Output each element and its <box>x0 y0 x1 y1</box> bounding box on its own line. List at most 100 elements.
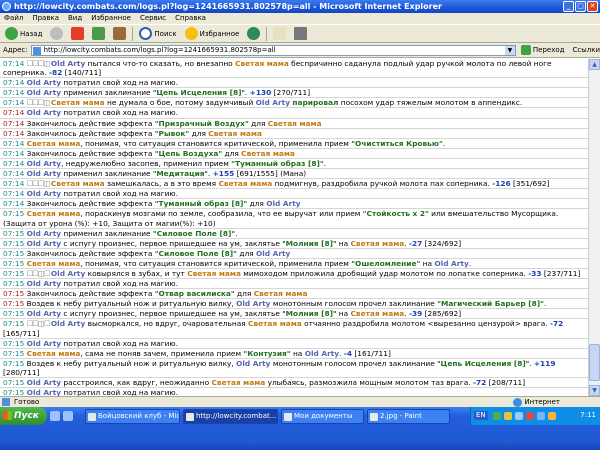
effect-name: "Ошеломление" <box>351 258 421 268</box>
home-icon <box>113 27 127 40</box>
player-name-svetaya-mama[interactable]: Светая мама <box>187 269 241 278</box>
scroll-up-arrow[interactable]: ▲ <box>589 59 600 70</box>
print-button[interactable] <box>292 26 309 41</box>
links-button[interactable]: Ссылки <box>572 46 600 54</box>
menu-tools[interactable]: Сервис <box>140 13 166 24</box>
player-name-svetaya-mama[interactable]: Светая мама <box>254 289 308 298</box>
tray-app-icon[interactable] <box>526 412 534 420</box>
player-name-old-arty[interactable]: Old Arty <box>305 349 339 358</box>
taskbar-item-fightclub[interactable]: Бойцовский клуб - Micr... <box>85 409 180 424</box>
home-button[interactable] <box>111 26 128 41</box>
player-name-old-arty[interactable]: Old Arty <box>256 98 290 107</box>
player-name-old-arty[interactable]: Old Arty <box>51 319 85 328</box>
player-name-old-arty[interactable]: Old Arty <box>27 88 61 97</box>
history-button[interactable] <box>245 26 262 41</box>
player-name-svetaya-mama[interactable]: Светая мама <box>211 378 265 387</box>
log-line: 07:14 Закончилось действие эффекта "Тума… <box>0 199 588 210</box>
favorites-button[interactable]: Избранное <box>183 26 242 41</box>
back-button[interactable]: Назад <box>3 26 44 41</box>
log-text: , понимая, что ситуация становится крити… <box>80 258 352 268</box>
player-name-svetaya-mama[interactable]: Светая мама <box>27 259 81 268</box>
player-name-old-arty[interactable]: Old Arty <box>27 309 61 318</box>
player-name-old-arty[interactable]: Old Arty <box>51 59 85 68</box>
player-name-old-arty[interactable]: Old Arty <box>27 229 61 238</box>
log-text: потратил свой ход на магию. <box>61 279 178 289</box>
forward-button[interactable] <box>48 26 65 41</box>
menu-view[interactable]: Вид <box>68 13 82 24</box>
player-name-svetaya-mama[interactable]: Светая мама <box>51 98 105 107</box>
log-time: 07:15 <box>3 248 27 258</box>
player-name-old-arty[interactable]: Old Arty <box>27 378 61 387</box>
log-time: 07:15 <box>3 299 27 309</box>
player-name-old-arty[interactable]: Old Arty <box>236 299 270 308</box>
hp-value: [165/711] <box>3 328 40 338</box>
log-text: применил заклинание <box>61 228 153 238</box>
chevron-down-icon[interactable]: ▼ <box>504 45 515 55</box>
maximize-button[interactable]: ▢ <box>575 1 586 12</box>
start-button[interactable]: Пуск <box>0 407 47 425</box>
go-label: Переход <box>532 46 565 54</box>
player-name-svetaya-mama[interactable]: Светая мама <box>235 59 289 68</box>
player-name-svetaya-mama[interactable]: Светая мама <box>268 119 322 128</box>
go-button[interactable]: Переход <box>520 45 565 55</box>
player-name-svetaya-mama[interactable]: Светая мама <box>27 139 81 148</box>
menu-help[interactable]: Справка <box>175 13 206 24</box>
damage-value: -72 <box>472 378 487 387</box>
taskbar-item-log[interactable]: http://lowcity.combat... <box>183 409 278 424</box>
status-text: Готово <box>14 398 40 406</box>
address-input[interactable]: http://lowcity.combats.com/logs.pl?log=1… <box>30 44 516 56</box>
log-text: для <box>189 128 209 138</box>
menu-favorites[interactable]: Избранное <box>91 13 131 24</box>
menu-bar: Файл Правка Вид Избранное Сервис Справка <box>0 13 600 24</box>
search-button[interactable]: Поиск <box>137 26 178 41</box>
player-name-old-arty[interactable]: Old Arty <box>27 279 61 288</box>
tray-shield-icon[interactable] <box>504 412 512 420</box>
quick-launch-desktop-icon[interactable] <box>63 411 73 421</box>
spell-name: Молния [8] <box>285 238 333 248</box>
player-name-svetaya-mama[interactable]: Светая мама <box>27 349 81 358</box>
tray-network-icon[interactable] <box>493 412 501 420</box>
player-name-svetaya-mama[interactable]: Светая мама <box>51 179 105 188</box>
player-name-svetaya-mama[interactable]: Светая мама <box>350 239 404 248</box>
log-text: Воздев к небу ритуальный нож и ритуальну… <box>26 358 237 368</box>
player-name-old-arty[interactable]: Old Arty <box>51 269 85 278</box>
scroll-thumb[interactable] <box>589 344 600 381</box>
player-name-svetaya-mama[interactable]: Светая мама <box>248 319 302 328</box>
refresh-button[interactable] <box>90 26 107 41</box>
vertical-scrollbar[interactable]: ▲ ▼ <box>588 59 600 396</box>
player-name-old-arty[interactable]: Old Arty <box>27 189 61 198</box>
player-name-svetaya-mama[interactable]: Светая мама <box>241 149 295 158</box>
log-text: не думала о бое, потому задумчивый <box>104 98 256 108</box>
close-button[interactable]: ✕ <box>587 1 598 12</box>
tray-update-icon[interactable] <box>548 412 556 420</box>
language-indicator[interactable]: EN <box>474 411 488 420</box>
tray-monitor-icon[interactable] <box>537 412 545 420</box>
log-line: 07:15 Old Arty потратил свой ход на маги… <box>0 388 588 396</box>
player-name-old-arty[interactable]: Old Arty <box>27 108 61 117</box>
player-name-old-arty[interactable]: Old Arty <box>27 78 61 87</box>
player-name-old-arty[interactable]: Old Arty <box>236 359 270 368</box>
player-name-old-arty[interactable]: Old Arty <box>27 239 61 248</box>
player-name-old-arty[interactable]: Old Arty <box>27 169 61 178</box>
menu-edit[interactable]: Правка <box>32 13 59 24</box>
player-name-svetaya-mama[interactable]: Светая мама <box>218 179 272 188</box>
tray-volume-icon[interactable] <box>515 412 523 420</box>
player-name-old-arty[interactable]: Old Arty <box>27 159 61 168</box>
player-name-old-arty[interactable]: Old Arty <box>266 199 300 208</box>
menu-file[interactable]: Файл <box>4 13 23 24</box>
player-name-old-arty[interactable]: Old Arty <box>27 388 61 396</box>
player-name-old-arty[interactable]: Old Arty <box>434 259 468 268</box>
mail-button[interactable] <box>271 26 288 41</box>
quick-launch-ie-icon[interactable] <box>50 411 60 421</box>
log-line: 07:14 ☐☐☐◫ Светая мама замешкалась, а в … <box>0 179 588 190</box>
taskbar-item-paint[interactable]: 2.jpg - Paint <box>367 409 450 424</box>
scroll-down-arrow[interactable]: ▼ <box>589 385 600 396</box>
player-name-old-arty[interactable]: Old Arty <box>27 339 61 348</box>
player-name-svetaya-mama[interactable]: Светая мама <box>208 129 262 138</box>
stop-button[interactable] <box>69 26 86 41</box>
player-name-old-arty[interactable]: Old Arty <box>256 249 290 258</box>
taskbar-item-documents[interactable]: Мои документы <box>281 409 364 424</box>
player-name-svetaya-mama[interactable]: Светая мама <box>27 209 81 218</box>
player-name-svetaya-mama[interactable]: Светая мама <box>350 309 404 318</box>
minimize-button[interactable]: _ <box>563 1 574 12</box>
